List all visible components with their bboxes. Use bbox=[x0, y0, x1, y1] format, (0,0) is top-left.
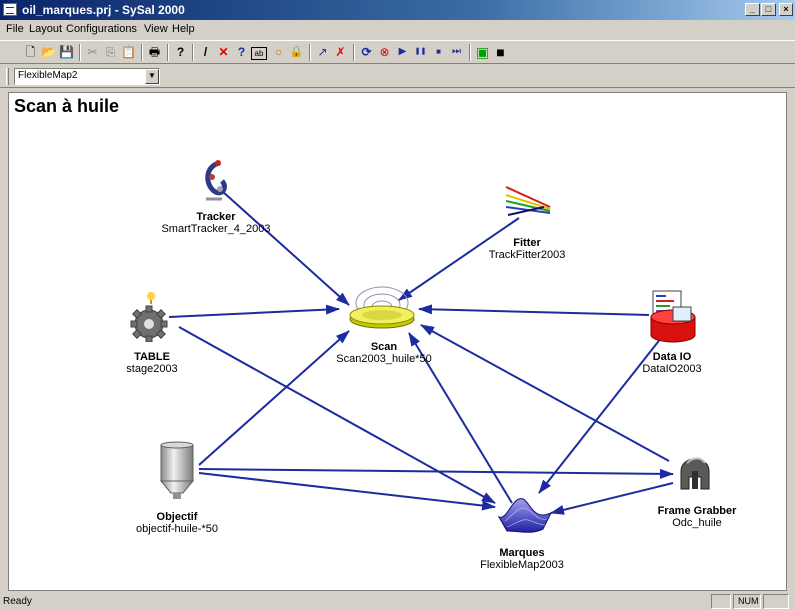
node-type: FlexibleMap2003 bbox=[480, 559, 564, 571]
node-dataio[interactable]: Data IO DataIO2003 bbox=[607, 351, 737, 375]
connect-icon[interactable]: ↗ bbox=[314, 44, 331, 60]
node-table[interactable]: TABLE stage2003 bbox=[87, 351, 217, 375]
menu-file[interactable]: File bbox=[6, 23, 24, 35]
shape-icon[interactable]: ○ bbox=[270, 44, 287, 60]
node-type: Scan2003_huile*50 bbox=[336, 353, 432, 365]
node-type: Odc_huile bbox=[672, 517, 722, 529]
node-marques[interactable]: Marques FlexibleMap2003 bbox=[457, 547, 587, 571]
refresh-icon[interactable]: ⟳ bbox=[358, 44, 375, 60]
toolbar-separator bbox=[353, 44, 355, 61]
app-icon bbox=[3, 3, 17, 16]
node-type: SmartTracker_4_2003 bbox=[161, 223, 271, 235]
open-icon[interactable]: 📂 bbox=[40, 44, 57, 60]
database-icon[interactable] bbox=[649, 287, 697, 343]
new-icon[interactable]: 🗋 bbox=[22, 44, 39, 60]
node-name: Marques bbox=[499, 547, 545, 559]
helmet-icon[interactable] bbox=[675, 449, 715, 497]
help-icon[interactable]: ? bbox=[172, 44, 189, 60]
node-name: Data IO bbox=[652, 351, 692, 363]
layout-select-value: FlexibleMap2 bbox=[18, 70, 78, 81]
link-table-scan bbox=[168, 304, 340, 318]
print-icon[interactable]: 🖶 bbox=[146, 44, 163, 60]
copy-icon[interactable]: ⎘ bbox=[102, 44, 119, 60]
node-type: stage2003 bbox=[126, 363, 178, 375]
diagram-canvas[interactable]: Scan à huile Tracker SmartTracker_4_2003… bbox=[8, 92, 787, 591]
play-icon[interactable]: ▶ bbox=[394, 44, 411, 60]
node-type: TrackFitter2003 bbox=[488, 249, 566, 261]
pencil-icon[interactable]: / bbox=[197, 44, 214, 60]
link-tracker-scan bbox=[221, 190, 350, 306]
paste-icon[interactable]: 📋 bbox=[120, 44, 137, 60]
close-button[interactable]: × bbox=[779, 3, 793, 16]
menu-view[interactable]: View bbox=[144, 23, 168, 35]
node-name: Tracker bbox=[196, 211, 236, 223]
lock-icon[interactable]: 🔒 bbox=[288, 44, 305, 60]
black-box-icon[interactable]: ■ bbox=[492, 44, 509, 60]
toolbar-separator bbox=[141, 44, 143, 61]
toolbar-separator bbox=[469, 44, 471, 61]
menu-bar: File Layout Configurations View Help bbox=[0, 20, 795, 39]
chevron-down-icon[interactable]: ▼ bbox=[145, 69, 159, 84]
node-tracker[interactable]: Tracker SmartTracker_4_2003 bbox=[151, 211, 281, 235]
tracker-icon[interactable] bbox=[192, 159, 237, 204]
node-type: DataIO2003 bbox=[642, 363, 702, 375]
status-panel-num: NUM bbox=[733, 594, 761, 609]
node-objectif[interactable]: Objectif objectif-huile-*50 bbox=[112, 511, 242, 535]
lens-icon[interactable] bbox=[155, 441, 199, 503]
menu-help[interactable]: Help bbox=[172, 23, 195, 35]
node-type: objectif-huile-*50 bbox=[136, 523, 218, 535]
pause-icon[interactable]: ❚❚ bbox=[412, 44, 429, 60]
node-framegrabber[interactable]: Frame Grabber Odc_huile bbox=[632, 505, 762, 529]
stop-target-icon[interactable]: ⊗ bbox=[376, 44, 393, 60]
status-text: Ready bbox=[3, 596, 32, 607]
window-title: oil_marques.prj - SySal 2000 bbox=[22, 3, 185, 17]
node-name: Objectif bbox=[156, 511, 198, 523]
toolbar-separator bbox=[167, 44, 169, 61]
status-panel-caps bbox=[711, 594, 731, 609]
toolbar-separator bbox=[79, 44, 81, 61]
label-icon[interactable]: ab bbox=[251, 47, 267, 60]
node-name: Frame Grabber bbox=[657, 505, 737, 517]
gear-icon[interactable] bbox=[125, 290, 173, 342]
save-icon[interactable]: 💾 bbox=[58, 44, 75, 60]
node-fitter[interactable]: Fitter TrackFitter2003 bbox=[462, 237, 592, 261]
fitter-icon[interactable] bbox=[504, 183, 552, 223]
node-name: TABLE bbox=[134, 351, 170, 363]
minimize-button[interactable]: _ bbox=[745, 3, 760, 16]
toolbar-grip[interactable] bbox=[6, 68, 9, 85]
menu-configurations[interactable]: Configurations bbox=[66, 23, 137, 35]
layout-bar: FlexibleMap2 ▼ bbox=[0, 64, 795, 88]
node-scan[interactable]: Scan Scan2003_huile*50 bbox=[319, 341, 449, 365]
window-titlebar: oil_marques.prj - SySal 2000 _ □ × bbox=[0, 0, 795, 20]
disconnect-icon[interactable]: ✗ bbox=[332, 44, 349, 60]
link-dataio-scan bbox=[418, 304, 650, 316]
toolbar: 🗋 📂 💾 ✂ ⎘ 📋 🖶 ? / ✕ ? ab ○ 🔒 ↗ ✗ ⟳ ⊗ ▶ ❚… bbox=[0, 40, 795, 64]
scan-icon[interactable] bbox=[344, 281, 422, 333]
delete-icon[interactable]: ✕ bbox=[215, 44, 232, 60]
node-name: Scan bbox=[370, 341, 398, 353]
link-framegrabber-scan bbox=[420, 324, 670, 462]
menu-layout[interactable]: Layout bbox=[29, 23, 62, 35]
surface-map-icon[interactable] bbox=[497, 491, 553, 535]
cut-icon[interactable]: ✂ bbox=[84, 44, 101, 60]
whats-this-icon[interactable]: ? bbox=[233, 44, 250, 60]
status-panel-scroll bbox=[763, 594, 789, 609]
layout-select[interactable]: FlexibleMap2 ▼ bbox=[14, 68, 160, 85]
toolbar-separator bbox=[309, 44, 311, 61]
maximize-button[interactable]: □ bbox=[761, 3, 776, 16]
node-name: Fitter bbox=[513, 237, 541, 249]
status-bar: Ready NUM bbox=[0, 593, 795, 610]
green-box-icon[interactable]: ▣ bbox=[474, 44, 491, 60]
step-icon[interactable]: ⏭ bbox=[448, 44, 465, 60]
stop-icon[interactable]: ■ bbox=[430, 44, 447, 60]
toolbar-separator bbox=[192, 44, 194, 61]
